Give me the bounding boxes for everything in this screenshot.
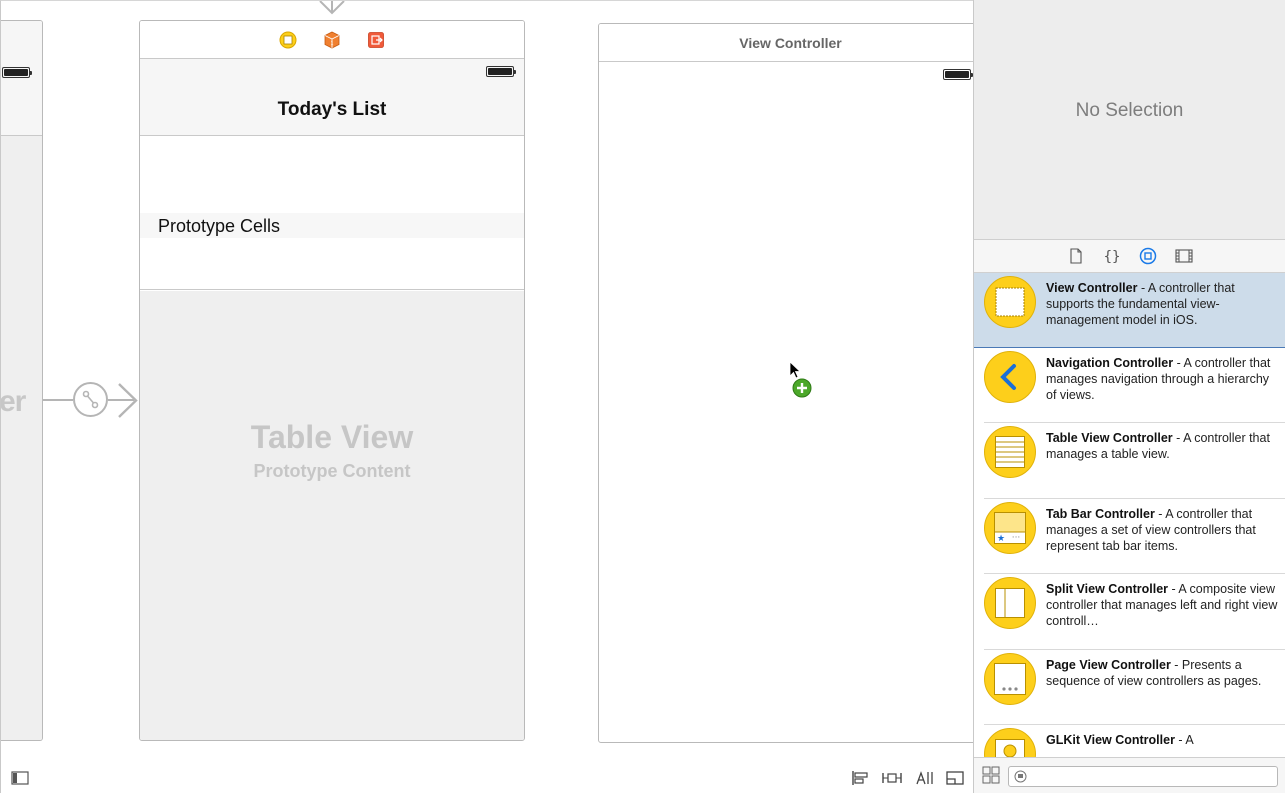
status-bar [140,59,524,79]
library-item-name: Table View Controller [1046,431,1173,445]
exit-icon[interactable] [367,31,385,49]
library-item-split-view-controller[interactable]: Split View Controller - A composite view… [984,574,1285,650]
svg-text:★: ★ [997,534,1005,544]
navigation-controller-icon [984,351,1036,403]
library-item-name: Navigation Controller [1046,356,1174,370]
tab-bar-controller-icon: ★ ··· [984,502,1036,554]
media-library-icon[interactable] [1174,247,1193,265]
storyboard-canvas[interactable]: er 1 Today's List Prototype Cells Table … [0,0,983,793]
align-icon[interactable] [851,769,871,786]
no-selection-label: No Selection [1075,100,1184,121]
view-controller-icon [984,276,1036,328]
prototype-cells-label: Prototype Cells [158,216,281,236]
nav-title[interactable]: Today's List [140,99,524,121]
svg-text:···: ··· [1012,533,1021,543]
scene-title[interactable]: View Controller [599,24,982,62]
filter-icon [1014,770,1027,783]
battery-icon [2,67,32,78]
segue-arrowhead-icon [118,383,138,418]
document-outline-toggle-icon[interactable] [10,769,30,786]
library-item-name: Split View Controller [1046,582,1169,596]
split-view-controller-icon [984,577,1036,629]
library-item-name: Tab Bar Controller [1046,507,1155,521]
library-tab-bar: {} [974,240,1285,273]
grid-view-toggle-icon[interactable] [982,766,1000,784]
page-view-controller-icon [984,653,1036,705]
battery-icon [486,66,516,77]
battery-icon [943,69,973,80]
library-item-table-view-controller[interactable]: Table View Controller - A controller tha… [984,423,1285,499]
library-item-navigation-controller[interactable]: Navigation Controller - A controller tha… [984,348,1285,423]
table-view-placeholder-title: Table View [250,419,414,455]
segue-line [43,399,73,401]
first-responder-icon[interactable]: 1 [323,31,341,49]
library-item-glkit-view-controller[interactable]: GLKit View Controller - A [984,725,1285,757]
drag-copy-cursor-icon [789,361,812,398]
library-item-name: View Controller [1046,281,1138,295]
canvas-toolbar [1,761,974,793]
table-prototype-area[interactable]: Prototype Cells [140,136,524,290]
glkit-view-controller-icon [984,728,1036,757]
table-view-controller-icon [984,426,1036,478]
table-view-controller-scene[interactable]: 1 Today's List Prototype Cells Table Vie… [139,20,525,741]
library-filter-bar [974,757,1285,793]
scene-body [1,136,42,740]
relationship-segue-icon[interactable] [73,382,108,417]
file-template-icon[interactable] [1067,247,1085,265]
status-bar [599,62,982,82]
library-item-name: GLKit View Controller [1046,733,1175,747]
scene-dock: 1 [140,21,524,59]
pin-icon[interactable] [882,769,902,786]
resizing-icon[interactable] [945,769,965,786]
nav-bar [1,21,42,136]
navigation-controller-scene[interactable]: er [1,20,43,741]
status-bar [1,65,42,85]
object-library-icon[interactable] [1139,247,1157,265]
library-item-view-controller[interactable]: View Controller - A controller that supp… [974,273,1285,348]
library-pane: {} View Controller - A controller that s… [973,240,1285,793]
resolve-auto-layout-icon[interactable] [914,769,934,786]
svg-text:1: 1 [331,41,334,47]
library-filter-input[interactable] [1008,766,1278,787]
table-view-placeholder-subtitle: Prototype Content [253,461,411,481]
table-view[interactable]: Table View Prototype Content [140,291,524,740]
scene-partial-title: er [1,385,26,418]
svg-text:{}: {} [1104,249,1120,264]
view-controller-icon[interactable] [279,31,297,49]
nav-bar[interactable]: Today's List [140,59,524,136]
inspector-pane: No Selection [973,0,1285,240]
object-library-list[interactable]: View Controller - A controller that supp… [974,273,1285,757]
code-snippet-icon[interactable]: {} [1103,247,1121,265]
library-item-desc: - A [1174,733,1194,747]
library-item-tab-bar-controller[interactable]: ★ ··· Tab Bar Controller - A controller t… [984,499,1285,574]
prototype-cells-header[interactable]: Prototype Cells [140,213,524,238]
library-item-name: Page View Controller [1046,658,1171,672]
library-item-page-view-controller[interactable]: Page View Controller - Presents a sequen… [984,650,1285,725]
initial-segue-arrow-icon [319,1,345,15]
